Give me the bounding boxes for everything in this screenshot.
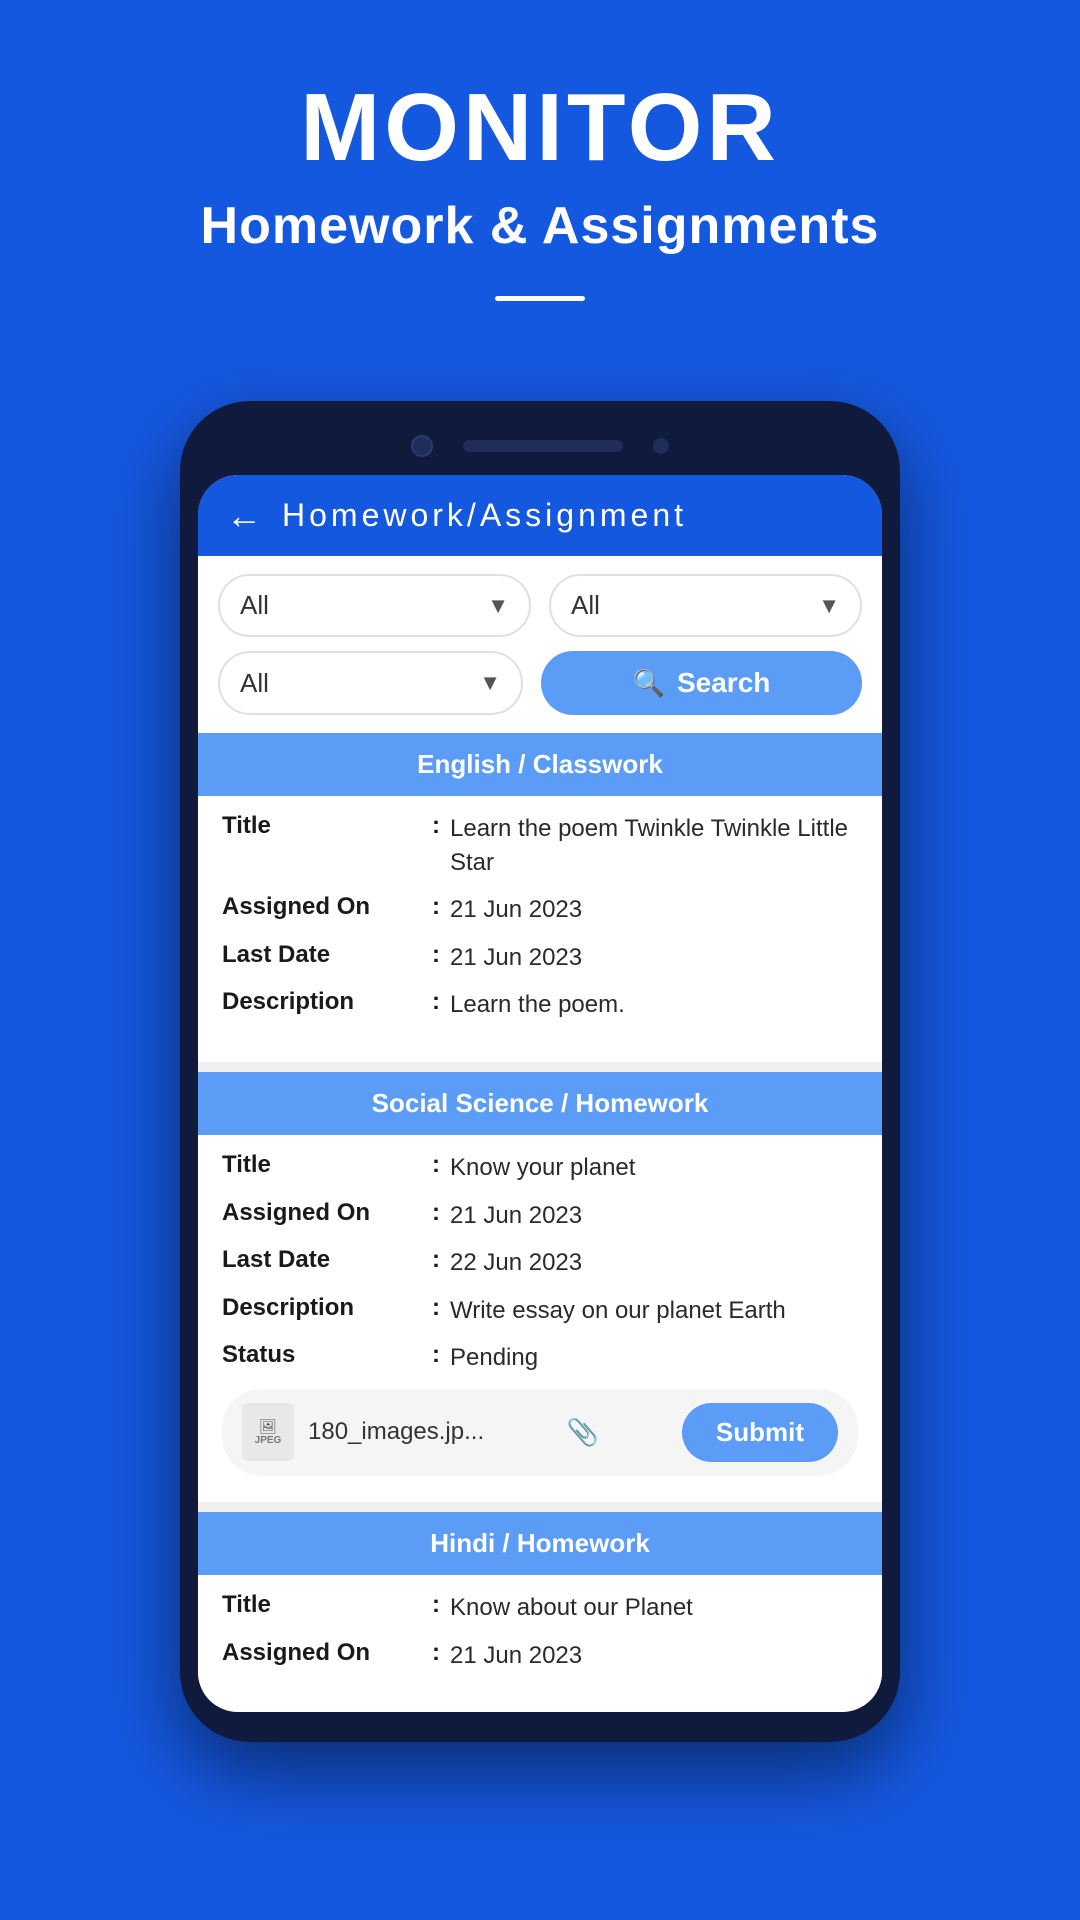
- colon-5: :: [432, 1151, 440, 1179]
- value-title-3: Know about our Planet: [450, 1591, 858, 1625]
- main-subtitle: Homework & Assignments: [40, 196, 1040, 256]
- label-title-2: Title: [222, 1151, 422, 1179]
- value-status-2: Pending: [450, 1341, 858, 1375]
- label-assigned-1: Assigned On: [222, 893, 422, 921]
- back-button[interactable]: ←: [226, 498, 262, 534]
- file-icon: 🖼 JPEG: [242, 1403, 294, 1461]
- colon-10: :: [432, 1591, 440, 1619]
- phone-speaker: [463, 440, 623, 452]
- value-assigned-2: 21 Jun 2023: [450, 1199, 858, 1233]
- value-lastdate-1: 21 Jun 2023: [450, 941, 858, 975]
- label-lastdate-1: Last Date: [222, 941, 422, 969]
- label-desc-2: Description: [222, 1294, 422, 1322]
- phone-shell: ← Homework/Assignment All ▼ All ▼: [180, 401, 900, 1742]
- search-icon: 🔍: [633, 668, 665, 699]
- card-row-title-3: Title : Know about our Planet: [222, 1591, 858, 1625]
- filter3-value: All: [240, 668, 269, 699]
- phone-screen: ← Homework/Assignment All ▼ All ▼: [198, 475, 882, 1712]
- card-body-2: Title : Know your planet Assigned On : 2…: [198, 1135, 882, 1496]
- card-row-assigned-3: Assigned On : 21 Jun 2023: [222, 1639, 858, 1673]
- page-header: MONITOR Homework & Assignments: [0, 0, 1080, 341]
- colon-3: :: [432, 941, 440, 969]
- search-button-label: Search: [677, 667, 770, 699]
- colon-8: :: [432, 1294, 440, 1322]
- card-row-status-2: Status : Pending: [222, 1341, 858, 1375]
- value-title-2: Know your planet: [450, 1151, 858, 1185]
- value-assigned-3: 21 Jun 2023: [450, 1639, 858, 1673]
- filter-row-1: All ▼ All ▼: [198, 556, 882, 637]
- submit-button[interactable]: Submit: [682, 1403, 838, 1462]
- card-row-title-1: Title : Learn the poem Twinkle Twinkle L…: [222, 812, 858, 879]
- phone-top-bar: [198, 425, 882, 475]
- phone-camera: [411, 435, 433, 457]
- card-body-3: Title : Know about our Planet Assigned O…: [198, 1575, 882, 1706]
- filter2-value: All: [571, 590, 600, 621]
- card-row-desc-2: Description : Write essay on our planet …: [222, 1294, 858, 1328]
- filter-dropdown-2[interactable]: All ▼: [549, 574, 862, 637]
- card-header-1: English / Classwork: [198, 733, 882, 796]
- card-row-lastdate-2: Last Date : 22 Jun 2023: [222, 1246, 858, 1280]
- filter1-value: All: [240, 590, 269, 621]
- label-assigned-3: Assigned On: [222, 1639, 422, 1667]
- card-subject-3: Hindi / Homework: [430, 1528, 650, 1558]
- filter-dropdown-1[interactable]: All ▼: [218, 574, 531, 637]
- header-divider: [495, 296, 585, 301]
- label-desc-1: Description: [222, 988, 422, 1016]
- label-status-2: Status: [222, 1341, 422, 1369]
- file-left: 🖼 JPEG 180_images.jp...: [242, 1403, 484, 1461]
- phone-mockup: ← Homework/Assignment All ▼ All ▼: [180, 401, 900, 1742]
- file-type-label: JPEG: [255, 1435, 282, 1446]
- jpeg-icon: 🖼: [259, 1419, 277, 1433]
- chevron-down-icon-1: ▼: [487, 593, 509, 619]
- label-title-3: Title: [222, 1591, 422, 1619]
- value-lastdate-2: 22 Jun 2023: [450, 1246, 858, 1280]
- colon-1: :: [432, 812, 440, 840]
- card-row-assigned-1: Assigned On : 21 Jun 2023: [222, 893, 858, 927]
- card-row-desc-1: Description : Learn the poem.: [222, 988, 858, 1022]
- app-header: ← Homework/Assignment: [198, 475, 882, 556]
- label-lastdate-2: Last Date: [222, 1246, 422, 1274]
- card-row-title-2: Title : Know your planet: [222, 1151, 858, 1185]
- card-subject-2: Social Science / Homework: [372, 1088, 709, 1118]
- colon-4: :: [432, 988, 440, 1016]
- colon-7: :: [432, 1246, 440, 1274]
- file-attachment-row: 🖼 JPEG 180_images.jp... 📎 Submit: [222, 1389, 858, 1476]
- search-button[interactable]: 🔍 Search: [541, 651, 862, 715]
- value-title-1: Learn the poem Twinkle Twinkle Little St…: [450, 812, 858, 879]
- colon-2: :: [432, 893, 440, 921]
- label-title-1: Title: [222, 812, 422, 840]
- card-header-3: Hindi / Homework: [198, 1512, 882, 1575]
- assignment-card-3: Hindi / Homework Title : Know about our …: [198, 1512, 882, 1706]
- value-desc-1: Learn the poem.: [450, 988, 858, 1022]
- card-row-assigned-2: Assigned On : 21 Jun 2023: [222, 1199, 858, 1233]
- colon-9: :: [432, 1341, 440, 1369]
- filter-dropdown-3[interactable]: All ▼: [218, 651, 523, 715]
- card-subject-1: English / Classwork: [417, 749, 663, 779]
- main-title: MONITOR: [40, 80, 1040, 176]
- chevron-down-icon-3: ▼: [479, 670, 501, 696]
- divider-2: [198, 1502, 882, 1512]
- assignment-card-1: English / Classwork Title : Learn the po…: [198, 733, 882, 1056]
- value-desc-2: Write essay on our planet Earth: [450, 1294, 858, 1328]
- label-assigned-2: Assigned On: [222, 1199, 422, 1227]
- screen-title: Homework/Assignment: [282, 497, 687, 534]
- filter-row-2: All ▼ 🔍 Search: [198, 637, 882, 733]
- card-header-2: Social Science / Homework: [198, 1072, 882, 1135]
- file-name-label: 180_images.jp...: [308, 1418, 484, 1446]
- assignment-card-2: Social Science / Homework Title : Know y…: [198, 1072, 882, 1496]
- value-assigned-1: 21 Jun 2023: [450, 893, 858, 927]
- phone-dot: [653, 438, 669, 454]
- chevron-down-icon-2: ▼: [818, 593, 840, 619]
- card-row-lastdate-1: Last Date : 21 Jun 2023: [222, 941, 858, 975]
- colon-6: :: [432, 1199, 440, 1227]
- divider-1: [198, 1062, 882, 1072]
- attachment-icon[interactable]: 📎: [567, 1417, 599, 1448]
- colon-11: :: [432, 1639, 440, 1667]
- card-body-1: Title : Learn the poem Twinkle Twinkle L…: [198, 796, 882, 1056]
